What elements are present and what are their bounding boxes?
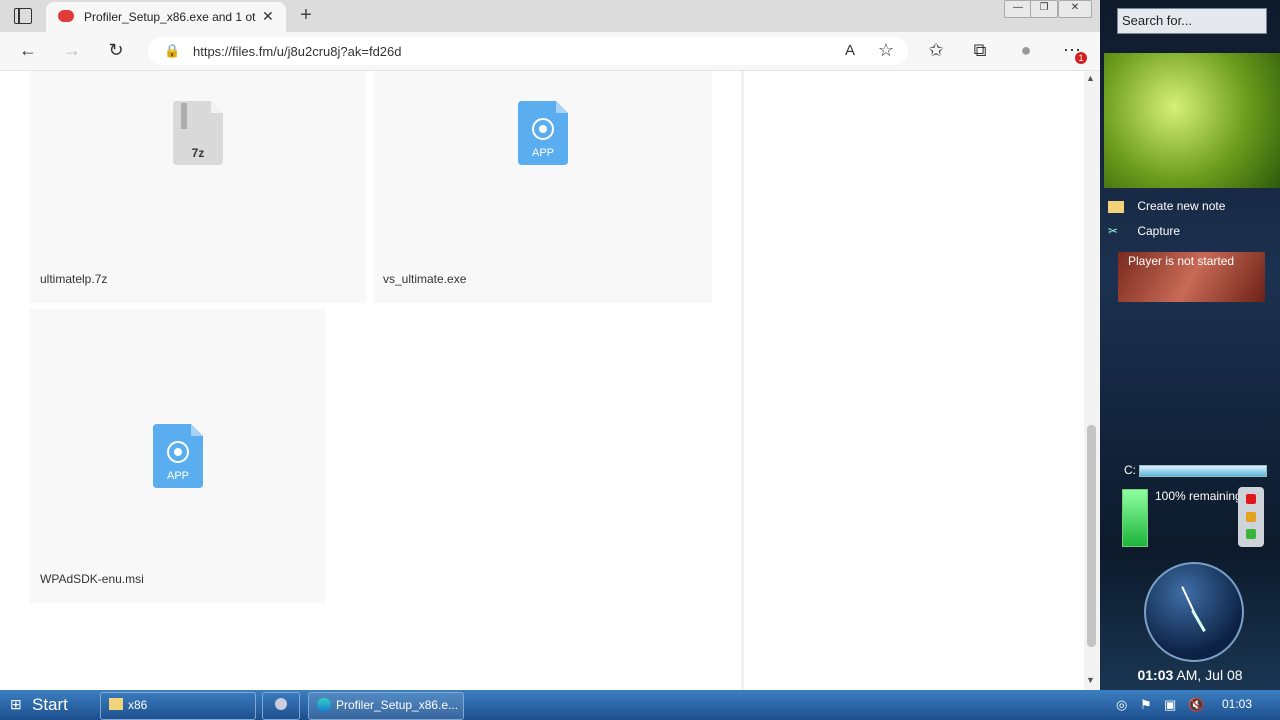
collections-icon[interactable]: ⧉ (968, 40, 992, 61)
scrollbar-thumb[interactable] (1087, 425, 1096, 647)
tab-actions-icon[interactable] (14, 8, 32, 24)
taskbar-item-app[interactable] (262, 692, 300, 720)
volume-muted-icon[interactable]: 🔇 (1188, 697, 1204, 713)
task-label: x86 (128, 698, 148, 712)
clock-date: AM, Jul 08 (1176, 667, 1243, 683)
player-status: Player is not started (1128, 254, 1235, 268)
clock-time: 01:03 (1137, 667, 1174, 683)
windows-logo-icon: ⊞ (10, 696, 22, 712)
file-card[interactable]: APP vs_ultimate.exe (374, 71, 712, 303)
file-card[interactable]: 7z ultimatelp.7z (30, 71, 366, 303)
close-window-button[interactable]: ✕ (1058, 0, 1092, 18)
svg-text:APP: APP (532, 147, 554, 159)
sidebar-item-capture[interactable]: ✂ Capture (1108, 224, 1180, 238)
file-name[interactable]: ultimatelp.7z (40, 272, 107, 286)
monitor-icon[interactable]: ▣ (1164, 697, 1176, 713)
tray-clock[interactable]: 01:03 (1222, 697, 1252, 711)
forward-icon[interactable]: → (60, 40, 84, 61)
note-icon (1108, 200, 1124, 213)
profile-icon[interactable]: ● (1014, 40, 1038, 61)
address-bar[interactable]: 🔒 https://files.fm/u/j8u2cru8j?ak=fd26d (148, 37, 908, 65)
back-icon[interactable]: ← (16, 40, 40, 61)
zip-file-icon: 7z (173, 101, 223, 165)
file-grid: 7z ultimatelp.7z APP vs_ultimate.exe APP… (0, 71, 1084, 690)
task-label: Profiler_Setup_x86.e... (336, 698, 459, 712)
new-tab-button[interactable]: + (294, 4, 318, 27)
add-favorite-icon[interactable]: ☆ (874, 40, 898, 61)
traffic-light-icon (1238, 487, 1264, 547)
favorites-icon[interactable]: ✩ (924, 40, 948, 61)
app-icon (275, 698, 287, 710)
drive-usage-bar (1139, 465, 1267, 477)
minimize-button[interactable]: — (1004, 0, 1032, 18)
clock-readout: 01:03 AM, Jul 08 (1100, 667, 1280, 683)
sidebar-item-label: Create new note (1137, 199, 1226, 213)
sidebar-item-label: Capture (1137, 224, 1181, 238)
folder-icon (109, 698, 123, 710)
files-fm-favicon-icon (58, 10, 74, 22)
media-player-gadget[interactable]: Player is not started (1118, 252, 1265, 302)
file-card[interactable]: APP WPAdSDK-enu.msi (30, 309, 326, 603)
edge-icon (317, 698, 331, 712)
lock-icon: 🔒 (164, 43, 181, 58)
sidebar-search-input[interactable]: Search for... (1117, 8, 1267, 34)
content-divider (741, 71, 744, 690)
refresh-icon[interactable]: ↻ (104, 40, 128, 61)
svg-text:7z: 7z (192, 146, 205, 160)
scroll-down-icon[interactable]: ▼ (1086, 675, 1095, 685)
tab-active[interactable]: Profiler_Setup_x86.exe and 1 oth ✕ (46, 2, 286, 32)
url-text: https://files.fm/u/j8u2cru8j?ak=fd26d (193, 44, 402, 59)
start-button[interactable]: ⊞ Start (0, 690, 88, 720)
analog-clock-icon (1144, 562, 1244, 662)
flag-icon[interactable]: ⚑ (1140, 697, 1152, 713)
restore-button[interactable]: ❐ (1030, 0, 1058, 18)
battery-text: 100% remaining (1155, 489, 1238, 503)
taskbar-item-x86[interactable]: x86 (100, 692, 256, 720)
start-label: Start (32, 695, 68, 714)
svg-text:APP: APP (167, 470, 189, 482)
file-name[interactable]: WPAdSDK-enu.msi (40, 572, 144, 586)
sidebar-item-create-note[interactable]: Create new note (1108, 199, 1225, 213)
drive-label: C: (1124, 463, 1136, 477)
scroll-up-icon[interactable]: ▲ (1086, 73, 1095, 83)
tab-close-icon[interactable]: ✕ (262, 8, 274, 25)
network-icon[interactable]: ◎ (1116, 697, 1127, 713)
notification-badge: 1 (1075, 52, 1087, 64)
tab-title: Profiler_Setup_x86.exe and 1 oth (84, 10, 256, 24)
app-file-icon: APP (153, 424, 203, 488)
scissors-icon: ✂ (1108, 224, 1119, 238)
file-name[interactable]: vs_ultimate.exe (383, 272, 466, 286)
search-placeholder: Search for... (1122, 13, 1193, 28)
read-aloud-icon[interactable]: A (838, 42, 862, 59)
slideshow-gadget[interactable] (1104, 53, 1280, 188)
app-file-icon: APP (518, 101, 568, 165)
battery-icon (1122, 489, 1148, 547)
taskbar-item-edge[interactable]: Profiler_Setup_x86.e... (308, 692, 464, 720)
